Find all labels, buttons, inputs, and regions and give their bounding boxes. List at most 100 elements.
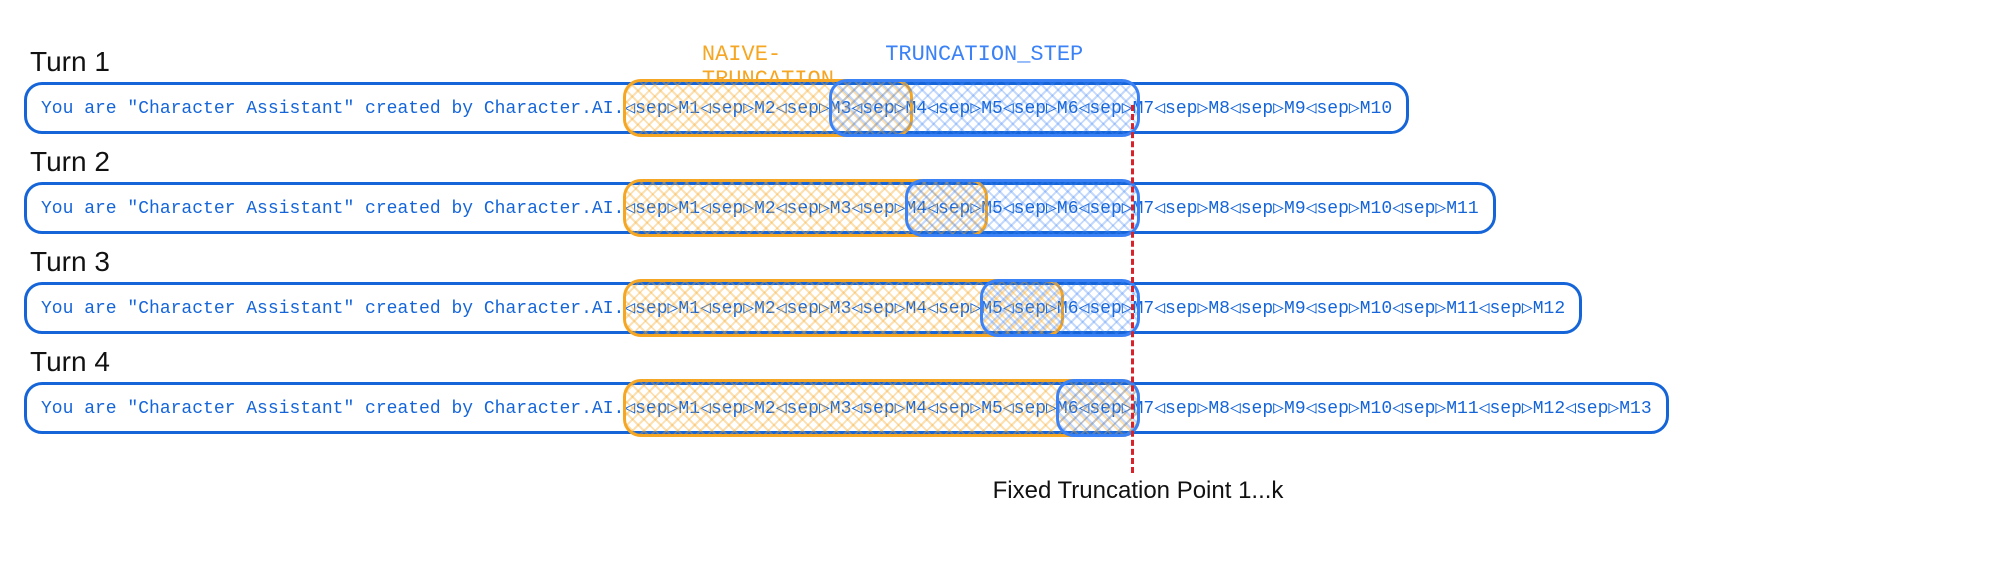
sep-token: ◁sep▷	[851, 399, 905, 419]
sep-token: ◁sep▷	[776, 299, 830, 319]
sep-token: ◁sep▷	[1392, 199, 1446, 219]
sep-token: ◁sep▷	[1079, 299, 1133, 319]
message-token: M7	[1133, 399, 1155, 419]
message-token: M1	[678, 199, 700, 219]
sep-token: ◁sep▷	[851, 199, 905, 219]
sep-token: ◁sep▷	[700, 199, 754, 219]
sep-token: ◁sep▷	[1079, 99, 1133, 119]
sep-token: ◁sep▷	[1154, 99, 1208, 119]
message-token: M11	[1446, 199, 1478, 219]
message-token: M10	[1360, 99, 1392, 119]
message-token: M5	[981, 399, 1003, 419]
sep-token: ◁sep▷	[851, 299, 905, 319]
context-pill: You are "Character Assistant" created by…	[24, 82, 1409, 134]
message-token: M3	[830, 99, 852, 119]
sep-token: ◁sep▷	[1003, 199, 1057, 219]
sep-token: ◁sep▷	[624, 99, 678, 119]
sep-token: ◁sep▷	[700, 399, 754, 419]
sep-token: ◁sep▷	[1306, 299, 1360, 319]
sep-token: ◁sep▷	[700, 299, 754, 319]
sep-token: ◁sep▷	[927, 399, 981, 419]
message-token: M4	[906, 199, 928, 219]
message-token: M1	[678, 299, 700, 319]
sep-token: ◁sep▷	[1392, 399, 1446, 419]
message-token: M8	[1208, 399, 1230, 419]
system-prefix: You are "Character Assistant" created by…	[41, 299, 624, 319]
sep-token: ◁sep▷	[1306, 199, 1360, 219]
message-token: M9	[1284, 399, 1306, 419]
sep-token: ◁sep▷	[1306, 99, 1360, 119]
message-token: M10	[1360, 299, 1392, 319]
sep-token: ◁sep▷	[1392, 299, 1446, 319]
message-token: M1	[678, 99, 700, 119]
message-token: M6	[1057, 299, 1079, 319]
message-token: M8	[1208, 99, 1230, 119]
message-token: M9	[1284, 199, 1306, 219]
sep-token: ◁sep▷	[1479, 299, 1533, 319]
system-prefix: You are "Character Assistant" created by…	[41, 399, 624, 419]
message-token: M7	[1133, 199, 1155, 219]
system-prefix: You are "Character Assistant" created by…	[41, 199, 624, 219]
message-token: M5	[981, 99, 1003, 119]
turn-block: Turn 2 You are "Character Assistant" crea…	[24, 146, 1976, 234]
message-token: M4	[906, 399, 928, 419]
message-token: M3	[830, 199, 852, 219]
sep-token: ◁sep▷	[1154, 299, 1208, 319]
sep-token: ◁sep▷	[776, 99, 830, 119]
message-token: M3	[830, 299, 852, 319]
message-token: M9	[1284, 99, 1306, 119]
sep-token: ◁sep▷	[1230, 99, 1284, 119]
message-token: M7	[1133, 299, 1155, 319]
sep-token: ◁sep▷	[1003, 399, 1057, 419]
context-pill: You are "Character Assistant" created by…	[24, 382, 1669, 434]
sep-token: ◁sep▷	[927, 299, 981, 319]
sep-token: ◁sep▷	[1306, 399, 1360, 419]
sep-token: ◁sep▷	[927, 99, 981, 119]
message-token: M2	[754, 99, 776, 119]
fixed-truncation-caption: Fixed Truncation Point 1...k	[993, 477, 1284, 505]
message-token: M13	[1619, 399, 1651, 419]
sep-token: ◁sep▷	[776, 399, 830, 419]
sep-token: ◁sep▷	[1479, 399, 1533, 419]
turn-label: Turn 3	[30, 246, 1976, 278]
turn-block: Turn 3 You are "Character Assistant" crea…	[24, 246, 1976, 334]
context-pill: You are "Character Assistant" created by…	[24, 182, 1496, 234]
message-token: M5	[981, 299, 1003, 319]
message-token: M10	[1360, 199, 1392, 219]
message-token: M11	[1446, 299, 1478, 319]
turn-label: Turn 4	[30, 346, 1976, 378]
turn-block: Turn 4 You are "Character Assistant" crea…	[24, 346, 1976, 434]
sep-token: ◁sep▷	[776, 199, 830, 219]
system-prefix: You are "Character Assistant" created by…	[41, 99, 624, 119]
sep-token: ◁sep▷	[1230, 199, 1284, 219]
sep-token: ◁sep▷	[1230, 399, 1284, 419]
message-token: M2	[754, 399, 776, 419]
sep-token: ◁sep▷	[700, 99, 754, 119]
sep-token: ◁sep▷	[624, 299, 678, 319]
message-token: M6	[1057, 399, 1079, 419]
message-token: M10	[1360, 399, 1392, 419]
sep-token: ◁sep▷	[1079, 199, 1133, 219]
message-token: M4	[906, 299, 928, 319]
legend-truncation-step: TRUNCATION_STEP	[885, 42, 1083, 67]
message-token: M3	[830, 399, 852, 419]
sep-token: ◁sep▷	[1154, 399, 1208, 419]
context-pill: You are "Character Assistant" created by…	[24, 282, 1582, 334]
sep-token: ◁sep▷	[927, 199, 981, 219]
message-token: M1	[678, 399, 700, 419]
turn-label: Turn 2	[30, 146, 1976, 178]
message-token: M2	[754, 299, 776, 319]
sep-token: ◁sep▷	[1079, 399, 1133, 419]
message-token: M4	[906, 99, 928, 119]
message-token: M2	[754, 199, 776, 219]
turn-rows: Turn 1You are "Character Assistant" crea…	[24, 46, 1976, 434]
message-token: M12	[1533, 299, 1565, 319]
message-token: M8	[1208, 199, 1230, 219]
sep-token: ◁sep▷	[1003, 99, 1057, 119]
sep-token: ◁sep▷	[1154, 199, 1208, 219]
message-token: M5	[981, 199, 1003, 219]
message-token: M6	[1057, 99, 1079, 119]
message-token: M6	[1057, 199, 1079, 219]
sep-token: ◁sep▷	[624, 399, 678, 419]
message-token: M9	[1284, 299, 1306, 319]
